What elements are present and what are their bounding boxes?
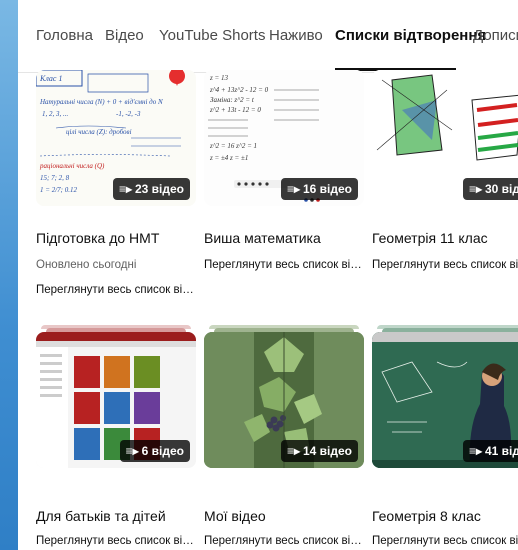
video-count-badge: ≡▸ 30 від bbox=[462, 178, 518, 200]
tab-shorts[interactable]: YouTube Shorts bbox=[159, 27, 265, 44]
playlist-thumbnail[interactable]: Клас 1 Натуральні числа (N) + 0 + від'єм… bbox=[36, 70, 196, 206]
tab-posts[interactable]: Дописи bbox=[473, 27, 518, 44]
view-full-playlist-link[interactable]: Переглянути весь список відтворе... bbox=[204, 259, 364, 271]
playlist-title[interactable]: Виша математика bbox=[204, 230, 321, 246]
svg-text:z^2 + 13t - 12 = 0: z^2 + 13t - 12 = 0 bbox=[209, 106, 261, 114]
channel-tabs: Головна Відео YouTube Shorts Наживо Спис… bbox=[18, 0, 518, 73]
svg-text:Клас 1: Клас 1 bbox=[39, 74, 62, 83]
playlist-title[interactable]: Мої відео bbox=[204, 508, 266, 524]
svg-text:z = 13: z = 13 bbox=[209, 74, 228, 82]
tab-videos[interactable]: Відео bbox=[105, 27, 144, 44]
svg-text:z^2 = 16 z^2 = 1: z^2 = 16 z^2 = 1 bbox=[209, 142, 257, 150]
video-count-badge: ≡▸ 23 відео bbox=[112, 178, 190, 200]
svg-text:Заміна: z^2 = t: Заміна: z^2 = t bbox=[210, 96, 255, 104]
playlist-title[interactable]: Геометрія 11 клас bbox=[372, 230, 488, 246]
svg-text:-1, -2, -3: -1, -2, -3 bbox=[116, 110, 141, 118]
video-count-badge: ≡▸ 16 відео bbox=[280, 178, 358, 200]
svg-text:1 = 2/7; 0.12: 1 = 2/7; 0.12 bbox=[40, 186, 77, 194]
playlist-title[interactable]: Для батьків та дітей bbox=[36, 508, 166, 524]
playlist-icon: ≡▸ bbox=[286, 182, 300, 196]
svg-text:1, 2, 3, ...: 1, 2, 3, ... bbox=[42, 110, 69, 118]
svg-text:15; 7; 2, 8: 15; 7; 2, 8 bbox=[40, 174, 70, 182]
playlist-icon: ≡▸ bbox=[118, 182, 132, 196]
view-full-playlist-link[interactable]: Переглянути весь список відтворе... bbox=[36, 535, 196, 547]
tab-home[interactable]: Головна bbox=[36, 27, 93, 44]
view-full-playlist-link[interactable]: Переглянути весь список відтворе bbox=[372, 535, 518, 547]
video-count-badge: ≡▸ 6 відео bbox=[119, 440, 190, 462]
playlist-updated: Оновлено сьогодні bbox=[36, 259, 137, 271]
channel-page: Головна Відео YouTube Shorts Наживо Спис… bbox=[18, 0, 518, 550]
svg-text:z = ±4 z = ±1: z = ±4 z = ±1 bbox=[209, 154, 248, 162]
svg-text:Натуральні числа (N) + 0 + від: Натуральні числа (N) + 0 + від'ємні до N bbox=[39, 98, 163, 106]
playlist-icon: ≡▸ bbox=[125, 444, 139, 458]
view-full-playlist-link[interactable]: Переглянути весь список відтворе... bbox=[36, 284, 196, 296]
video-count-badge: ≡▸ 41 від bbox=[462, 440, 518, 462]
svg-text:z^4 + 13z^2 - 12 = 0: z^4 + 13z^2 - 12 = 0 bbox=[209, 86, 269, 94]
playlist-thumbnail[interactable]: ≡▸ 14 відео bbox=[204, 332, 364, 468]
playlist-thumbnail[interactable]: ≡▸ 41 від bbox=[372, 332, 518, 468]
tab-playlists[interactable]: Списки відтворення bbox=[335, 27, 486, 44]
playlist-icon: ≡▸ bbox=[286, 444, 300, 458]
svg-text:раціональні числа (Q): раціональні числа (Q) bbox=[39, 162, 105, 170]
playlist-icon: ≡▸ bbox=[468, 444, 482, 458]
playlist-thumbnail[interactable]: z = 13 z^4 + 13z^2 - 12 = 0 Заміна: z^2 … bbox=[204, 70, 364, 206]
playlist-title[interactable]: Геометрія 8 клас bbox=[372, 508, 481, 524]
svg-text:цілі числа (Z): дробові: цілі числа (Z): дробові bbox=[66, 128, 132, 136]
playlist-thumbnail[interactable]: ≡▸ 6 відео bbox=[36, 332, 196, 468]
playlist-icon: ≡▸ bbox=[468, 182, 482, 196]
playlist-thumbnail[interactable]: ≡▸ 30 від bbox=[372, 70, 518, 206]
video-count-badge: ≡▸ 14 відео bbox=[280, 440, 358, 462]
view-full-playlist-link[interactable]: Переглянути весь список відтворе bbox=[372, 259, 518, 271]
view-full-playlist-link[interactable]: Переглянути весь список відтворе... bbox=[204, 535, 364, 547]
tab-live[interactable]: Наживо bbox=[269, 27, 323, 44]
playlist-title[interactable]: Підготовка до НМТ bbox=[36, 230, 159, 246]
